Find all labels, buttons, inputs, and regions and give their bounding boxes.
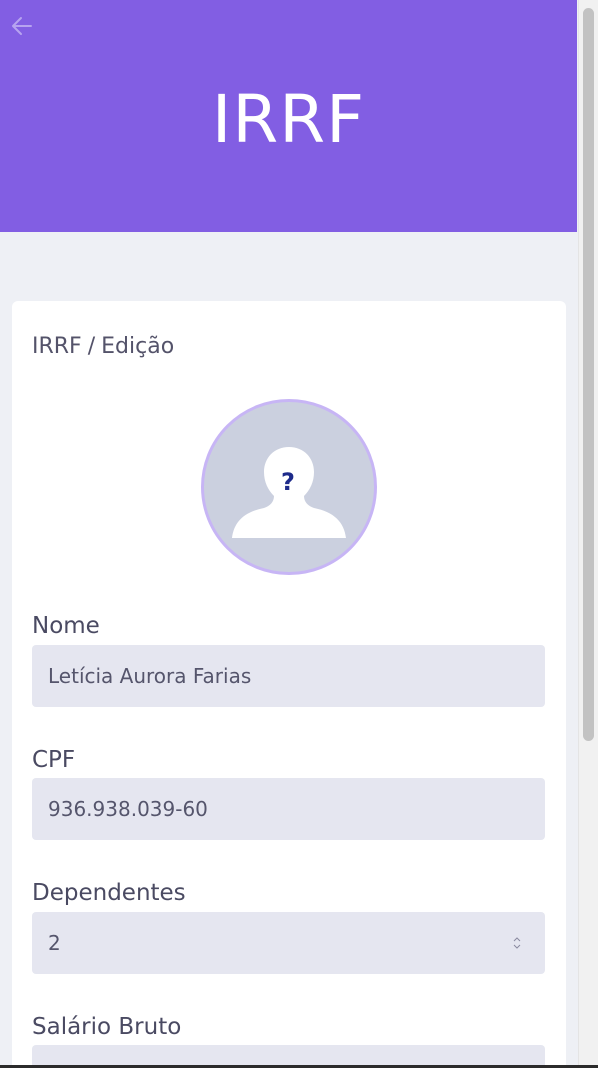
cpf-input[interactable]: 936.938.039-60 (32, 778, 545, 840)
breadcrumb-current: Edição (101, 334, 175, 359)
breadcrumb-section: IRRF (32, 334, 82, 359)
arrow-left-icon (12, 17, 32, 35)
back-button[interactable] (9, 14, 35, 38)
page-header: IRRF (0, 0, 577, 232)
name-input[interactable]: Letícia Aurora Farias (32, 645, 545, 707)
page-title: IRRF (211, 81, 366, 158)
name-label: Nome (32, 613, 100, 639)
breadcrumb: IRRF / Edição (32, 333, 174, 361)
unknown-person-icon: ? (232, 447, 346, 538)
cpf-label: CPF (32, 747, 76, 773)
avatar[interactable]: ? (201, 399, 377, 575)
scrollbar-thumb[interactable] (583, 8, 594, 741)
scrollbar[interactable] (578, 0, 598, 1068)
number-spinner-icon[interactable] (513, 936, 521, 950)
app-viewport: IRRF IRRF / Edição ? Nome Letícia Aurora F… (0, 0, 578, 1068)
dependents-label: Dependentes (32, 880, 186, 906)
dependents-value: 2 (48, 931, 61, 955)
question-mark: ? (281, 468, 295, 496)
gross-salary-label: Salário Bruto (32, 1014, 182, 1040)
edit-form-card: IRRF / Edição ? Nome Letícia Aurora Farias… (12, 301, 566, 1068)
dependents-input[interactable]: 2 (32, 912, 545, 974)
breadcrumb-separator: / (87, 334, 96, 359)
